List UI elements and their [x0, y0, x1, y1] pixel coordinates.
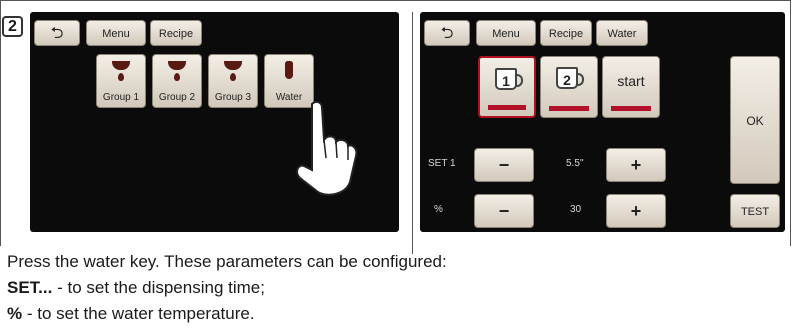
start-button[interactable]: start — [602, 56, 660, 118]
percent-keyword: % — [7, 304, 23, 323]
set-increase-button[interactable]: + — [606, 148, 666, 182]
dose-2-button[interactable]: 2 — [540, 56, 598, 118]
cup-icon — [224, 61, 242, 70]
instruction-line-1: Press the water key. These parameters ca… — [7, 252, 447, 271]
left-touchscreen: ⮌ Menu Recipe Group 1 Group 2 Group 3 Wa… — [30, 12, 399, 232]
set-label: SET 1 — [428, 158, 456, 169]
group-label: Group 1 — [102, 92, 140, 103]
group-label: Group 2 — [158, 92, 196, 103]
panel-divider — [412, 12, 413, 254]
level-bar — [488, 105, 526, 110]
back-arrow-icon: ⮌ — [440, 25, 454, 42]
tab-menu[interactable]: Menu — [86, 20, 146, 46]
group-2-button[interactable]: Group 2 — [152, 54, 202, 108]
percent-label: % — [434, 204, 443, 215]
tab-menu[interactable]: Menu — [476, 20, 536, 46]
right-touchscreen: ⮌ Menu Recipe Water 1 2 start OK TEST SE… — [420, 12, 785, 232]
step-number-badge: 2 — [2, 16, 23, 37]
pointing-hand-icon — [296, 100, 358, 196]
drop-icon — [230, 73, 236, 81]
instruction-line-2: SET... - to set the dispensing time; — [7, 278, 265, 298]
set-keyword: SET... — [7, 278, 53, 297]
group-label: Group 3 — [214, 92, 252, 103]
cup-icon: 2 — [556, 67, 584, 89]
ok-button[interactable]: OK — [730, 56, 780, 184]
cup-icon: 1 — [495, 68, 523, 90]
set-description: - to set the dispensing time; — [52, 278, 265, 297]
set-value: 5.5'' — [566, 158, 584, 169]
drop-icon — [118, 73, 124, 81]
dose-1-button[interactable]: 1 — [478, 56, 536, 118]
instruction-line-3: % - to set the water temperature. — [7, 304, 255, 324]
back-arrow-icon: ⮌ — [50, 25, 64, 42]
start-label: start — [617, 73, 645, 89]
tab-water[interactable]: Water — [596, 20, 648, 46]
group-1-button[interactable]: Group 1 — [96, 54, 146, 108]
set-decrease-button[interactable]: − — [474, 148, 534, 182]
tab-recipe[interactable]: Recipe — [150, 20, 202, 46]
test-button[interactable]: TEST — [730, 194, 780, 228]
drop-icon — [174, 73, 180, 81]
water-bottle-icon — [285, 61, 293, 79]
percent-value: 30 — [570, 204, 582, 215]
level-bar — [549, 106, 589, 111]
back-button[interactable]: ⮌ — [424, 20, 470, 46]
percent-increase-button[interactable]: + — [606, 194, 666, 228]
cup-icon — [112, 61, 130, 70]
cup-icon — [168, 61, 186, 70]
back-button[interactable]: ⮌ — [34, 20, 80, 46]
percent-decrease-button[interactable]: − — [474, 194, 534, 228]
group-3-button[interactable]: Group 3 — [208, 54, 258, 108]
level-bar — [611, 106, 651, 111]
tab-recipe[interactable]: Recipe — [540, 20, 592, 46]
percent-description: - to set the water temperature. — [22, 304, 255, 323]
